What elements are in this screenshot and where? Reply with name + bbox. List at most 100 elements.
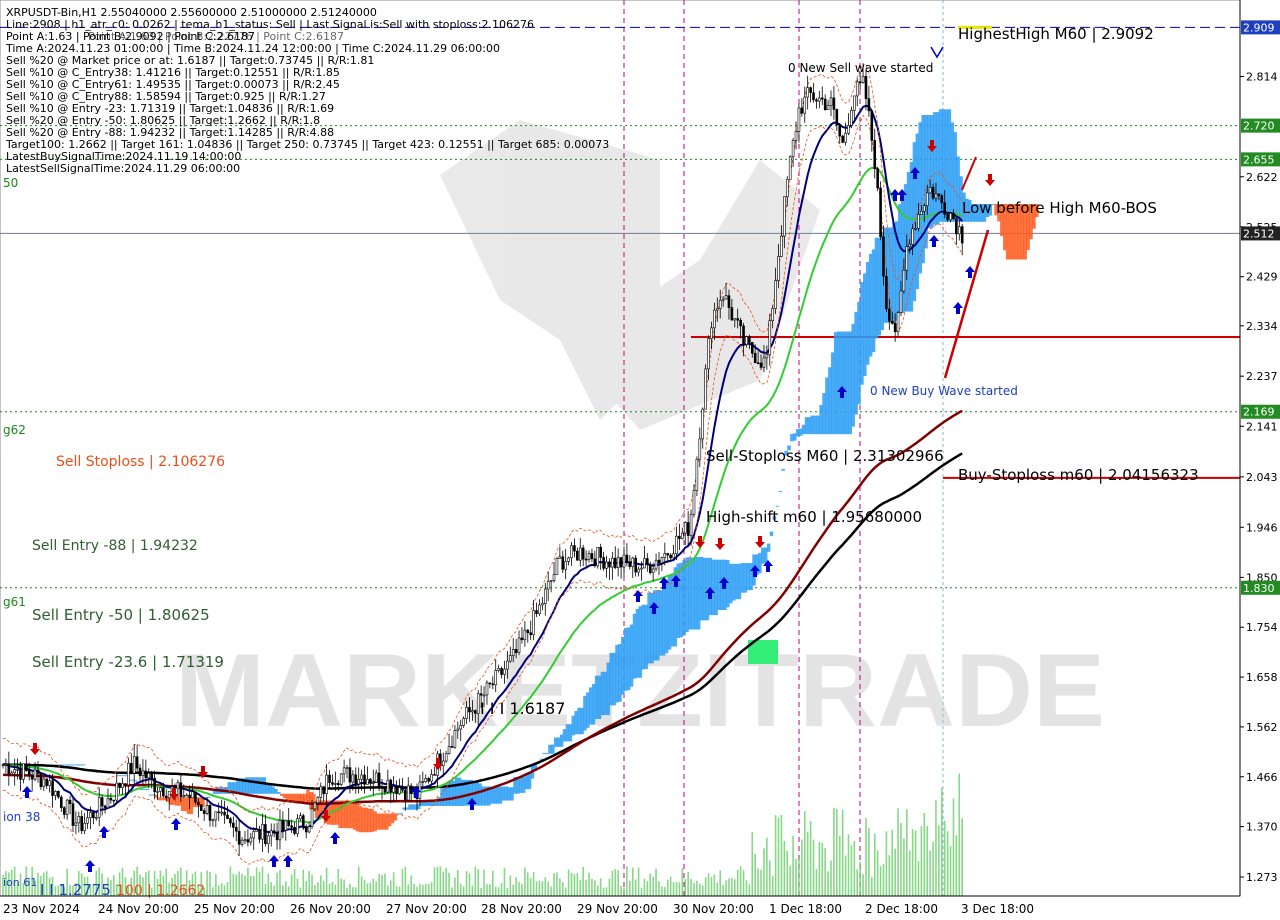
candle-body bbox=[526, 629, 530, 634]
volume-bar bbox=[833, 807, 835, 896]
volume-bar bbox=[710, 876, 713, 896]
volume-bar bbox=[774, 815, 777, 896]
candle-body bbox=[427, 778, 430, 782]
buy-stoploss-m60-label: Buy-Stoploss m60 | 2.04156323 bbox=[958, 466, 1199, 484]
volume-bar bbox=[375, 881, 377, 896]
volume-bar bbox=[768, 860, 771, 896]
volume-bar bbox=[401, 868, 404, 896]
price-badge-label: 2.169 bbox=[1243, 406, 1275, 419]
candle-body bbox=[663, 553, 667, 559]
volume-bar bbox=[112, 875, 115, 896]
volume-bar bbox=[37, 872, 39, 896]
candle-body bbox=[13, 769, 16, 774]
candle-body bbox=[1, 764, 5, 766]
volume-bar bbox=[693, 883, 695, 896]
volume-bar bbox=[270, 882, 273, 896]
candle-body bbox=[937, 193, 941, 197]
candle-body bbox=[873, 140, 877, 169]
volume-bar bbox=[410, 875, 412, 896]
candle-body bbox=[791, 140, 795, 158]
volume-bar bbox=[422, 884, 424, 896]
volume-bar bbox=[241, 873, 243, 896]
volume-bar bbox=[454, 877, 456, 896]
candle-body bbox=[500, 668, 503, 675]
volume-bar bbox=[503, 867, 506, 896]
candle-body bbox=[22, 763, 25, 780]
y-tick-label: 2.043 bbox=[1246, 471, 1278, 484]
volume-bar bbox=[378, 873, 380, 896]
volume-bar bbox=[701, 885, 704, 896]
volume-bar bbox=[687, 872, 689, 896]
volume-bar bbox=[763, 848, 765, 896]
candle-body bbox=[194, 791, 197, 803]
candle-body bbox=[258, 829, 261, 840]
volume-bar bbox=[494, 886, 497, 896]
candle-body bbox=[135, 756, 139, 769]
candle-body bbox=[159, 787, 162, 792]
candle-body bbox=[456, 728, 460, 731]
volume-bar bbox=[433, 867, 436, 896]
candle-body bbox=[345, 767, 349, 769]
x-tick-label: 25 Nov 20:00 bbox=[194, 902, 275, 916]
candle-body bbox=[468, 707, 471, 713]
candle-body bbox=[404, 789, 407, 801]
volume-bar bbox=[541, 881, 544, 896]
candle-body bbox=[319, 786, 323, 798]
volume-bar bbox=[847, 834, 850, 896]
volume-bar bbox=[564, 887, 567, 896]
volume-bar bbox=[209, 871, 211, 896]
volume-bar bbox=[349, 883, 351, 896]
candle-body bbox=[474, 710, 477, 714]
volume-bar bbox=[524, 867, 526, 896]
x-tick-label: 3 Dec 18:00 bbox=[961, 902, 1034, 916]
candle-body bbox=[885, 276, 888, 310]
volume-bar bbox=[576, 873, 579, 896]
volume-bar bbox=[244, 875, 246, 896]
candle-body bbox=[855, 81, 859, 97]
candle-body bbox=[879, 187, 882, 238]
candle-body bbox=[681, 532, 684, 539]
volume-bar bbox=[675, 882, 678, 896]
candle-body bbox=[745, 336, 748, 345]
candle-body bbox=[220, 811, 223, 814]
candle-body bbox=[917, 214, 920, 229]
y-tick-label: 2.814 bbox=[1246, 71, 1278, 84]
candle-body bbox=[826, 105, 830, 110]
candle-body bbox=[908, 244, 912, 247]
candle-body bbox=[619, 557, 623, 568]
cloud-segment bbox=[277, 791, 281, 794]
y-tick-label: 1.466 bbox=[1246, 771, 1278, 784]
edge-label-g62: g62 bbox=[3, 423, 26, 437]
volume-bar bbox=[827, 871, 829, 896]
volume-bar bbox=[757, 868, 759, 896]
candle-body bbox=[409, 785, 413, 794]
volume-bar bbox=[868, 828, 870, 896]
candle-body bbox=[581, 547, 585, 560]
candle-body bbox=[596, 546, 600, 567]
edge-label-ion38: ion 38 bbox=[3, 810, 40, 824]
candle-body bbox=[339, 773, 343, 785]
candle-body bbox=[331, 782, 334, 785]
candle-body bbox=[325, 774, 328, 795]
cloud-segment bbox=[145, 789, 150, 791]
candle-body bbox=[307, 826, 311, 833]
candle-body bbox=[952, 212, 955, 220]
candle-body bbox=[459, 725, 463, 730]
candle-body bbox=[246, 839, 250, 843]
candle-body bbox=[774, 280, 777, 309]
candle-body bbox=[115, 782, 119, 801]
volume-bar bbox=[801, 839, 803, 896]
candle-body bbox=[240, 839, 244, 845]
volume-bar bbox=[413, 883, 415, 896]
candle-body bbox=[42, 778, 46, 787]
candle-body bbox=[249, 837, 253, 843]
price-badge-label: 2.512 bbox=[1243, 227, 1275, 240]
sell-wave-label: 0 New Sell wave started bbox=[788, 61, 933, 75]
candle-body bbox=[150, 772, 153, 779]
volume-bar bbox=[471, 885, 474, 896]
volume-bar bbox=[780, 814, 783, 896]
volume-bar bbox=[457, 870, 459, 896]
volume-bar bbox=[903, 838, 905, 896]
volume-bar bbox=[427, 883, 430, 896]
y-tick-label: 2.429 bbox=[1246, 271, 1278, 284]
